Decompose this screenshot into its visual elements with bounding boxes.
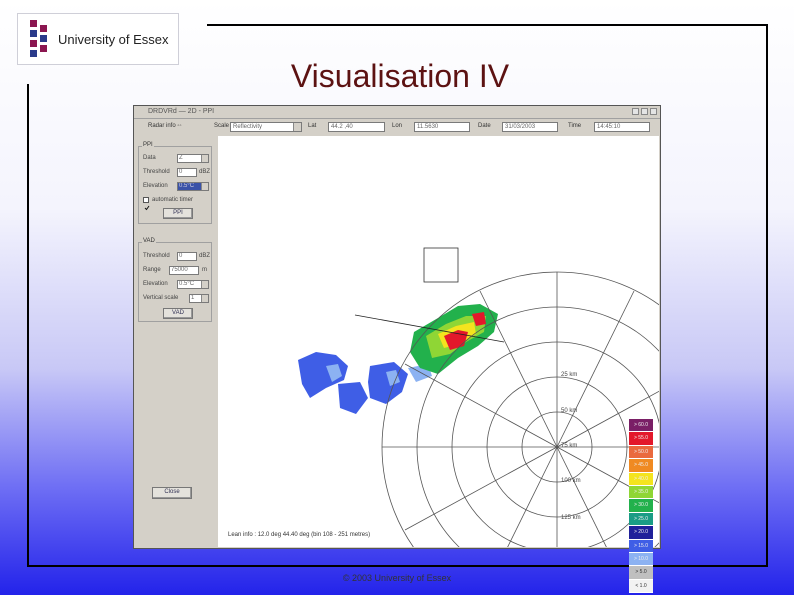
ppi-data-select[interactable]: Z: [177, 154, 209, 163]
azimuth-spokes: [382, 272, 720, 595]
maximize-icon[interactable]: [641, 108, 648, 115]
selection-box[interactable]: [423, 247, 459, 283]
vertical-scale-select[interactable]: 1: [189, 294, 209, 303]
ppi-threshold-label: Threshold: [143, 169, 170, 175]
window-titlebar: DRDVRd — 2D - PPI: [134, 106, 660, 119]
automatic-timer-checkbox[interactable]: [143, 197, 150, 211]
radar-info-label[interactable]: Radar info ◦◦: [148, 123, 182, 129]
date-label: Date: [478, 123, 491, 129]
legend-cell: > 10.0: [629, 552, 653, 567]
ring-labels: 25 km 50 km 75 km 100 km 125 km: [561, 372, 581, 521]
lon-field[interactable]: 11.5630: [414, 122, 470, 132]
radar-plot[interactable]: 25 km 50 km 75 km 100 km 125 km > 60.0 > …: [218, 136, 733, 595]
radar-ppi-display[interactable]: 25 km 50 km 75 km 100 km 125 km: [218, 136, 733, 595]
essex-logo-icon: [30, 20, 47, 57]
legend-cell: > 55.0: [629, 432, 653, 446]
vad-button[interactable]: VAD: [163, 308, 193, 319]
scale-label: Scale: [214, 123, 230, 129]
lat-label: Lat: [308, 123, 317, 129]
ring-label: 100 km: [561, 478, 581, 484]
ring-label: 75 km: [561, 443, 577, 449]
legend-cell: > 5.0: [629, 566, 653, 580]
footer-copyright: © 2003 University of Essex: [342, 573, 452, 583]
ppi-threshold-input[interactable]: 0: [177, 168, 197, 177]
ppi-group: PPI Data Z Threshold 0 dBZ Elevation 0.5…: [138, 142, 212, 224]
frame-bottom-line: [27, 565, 768, 567]
ppi-elevation-label: Elevation: [143, 183, 168, 189]
close-window-icon[interactable]: [650, 108, 657, 115]
legend-cell: > 40.0: [629, 472, 653, 486]
legend-cell: > 25.0: [629, 512, 653, 527]
window-controls: [630, 108, 657, 120]
vad-group-title: VAD: [142, 238, 156, 244]
ppi-data-label: Data: [143, 155, 156, 161]
vad-threshold-label: Threshold: [143, 253, 170, 259]
vad-elevation-label: Elevation: [143, 281, 168, 287]
legend-cell: > 35.0: [629, 485, 653, 500]
vad-threshold-input[interactable]: 0: [177, 252, 197, 261]
legend-cell: > 20.0: [629, 526, 653, 540]
automatic-timer-label: automatic timer: [152, 197, 194, 203]
ring-label: 125 km: [561, 515, 581, 521]
close-button[interactable]: Close: [152, 487, 192, 499]
control-panel: PPI Data Z Threshold 0 dBZ Elevation 0.5…: [136, 136, 216, 545]
vad-range-label: Range: [143, 267, 161, 273]
time-field[interactable]: 14:45:10: [594, 122, 650, 132]
radar-app-window: DRDVRd — 2D - PPI Radar info ◦◦ Scale Re…: [133, 105, 733, 595]
ppi-button[interactable]: PPI: [163, 208, 193, 219]
vad-elevation-select[interactable]: 0.5°C: [177, 280, 209, 289]
frame-top-line: [207, 24, 767, 26]
top-toolbar: Radar info ◦◦ Scale Reflectivity Lat 44.…: [136, 120, 658, 134]
lat-field[interactable]: 44.2 ,40: [328, 122, 385, 132]
legend-cell: > 60.0: [629, 419, 653, 433]
legend-cell: > 50.0: [629, 445, 653, 460]
slide-title: Visualisation IV: [290, 58, 510, 94]
ppi-elevation-select[interactable]: 0.5°C: [177, 182, 209, 191]
time-label: Time: [568, 123, 582, 129]
scale-select[interactable]: Reflectivity: [230, 122, 302, 132]
check-icon: [144, 205, 150, 211]
date-field[interactable]: 31/03/2003: [502, 122, 558, 132]
status-line: Lean info : 12.0 deg 44.40 deg (bin 108 …: [228, 532, 371, 538]
ring-label: 50 km: [561, 408, 577, 414]
frame-left-line: [27, 84, 29, 567]
legend-cell: > 30.0: [629, 499, 653, 513]
range-rings: [381, 271, 733, 595]
frame-right-line: [766, 24, 768, 567]
legend-cell: > 15.0: [629, 539, 653, 553]
ppi-group-title: PPI: [142, 142, 154, 148]
reflectivity-legend: > 60.0 > 55.0 > 50.0 > 45.0 > 40.0 > 35.0 > 30…: [629, 419, 653, 594]
minimize-icon[interactable]: [632, 108, 639, 115]
ppi-threshold-unit: dBZ: [199, 169, 211, 175]
legend-cell: > 45.0: [629, 459, 653, 473]
lon-label: Lon: [392, 123, 403, 129]
vad-range-input[interactable]: 75000: [169, 266, 199, 275]
logo-text: University of Essex: [58, 32, 169, 47]
legend-cell: < 1.0: [629, 579, 653, 594]
vertical-scale-label: Vertical scale: [143, 295, 179, 301]
vad-group: VAD Threshold 0 dBZ Range 75000 m Elevat…: [138, 238, 212, 322]
vad-threshold-unit: dBZ: [199, 253, 211, 259]
ring-label: 25 km: [561, 372, 577, 378]
vad-range-unit: m: [202, 267, 207, 273]
window-title: DRDVRd — 2D - PPI: [148, 108, 215, 115]
